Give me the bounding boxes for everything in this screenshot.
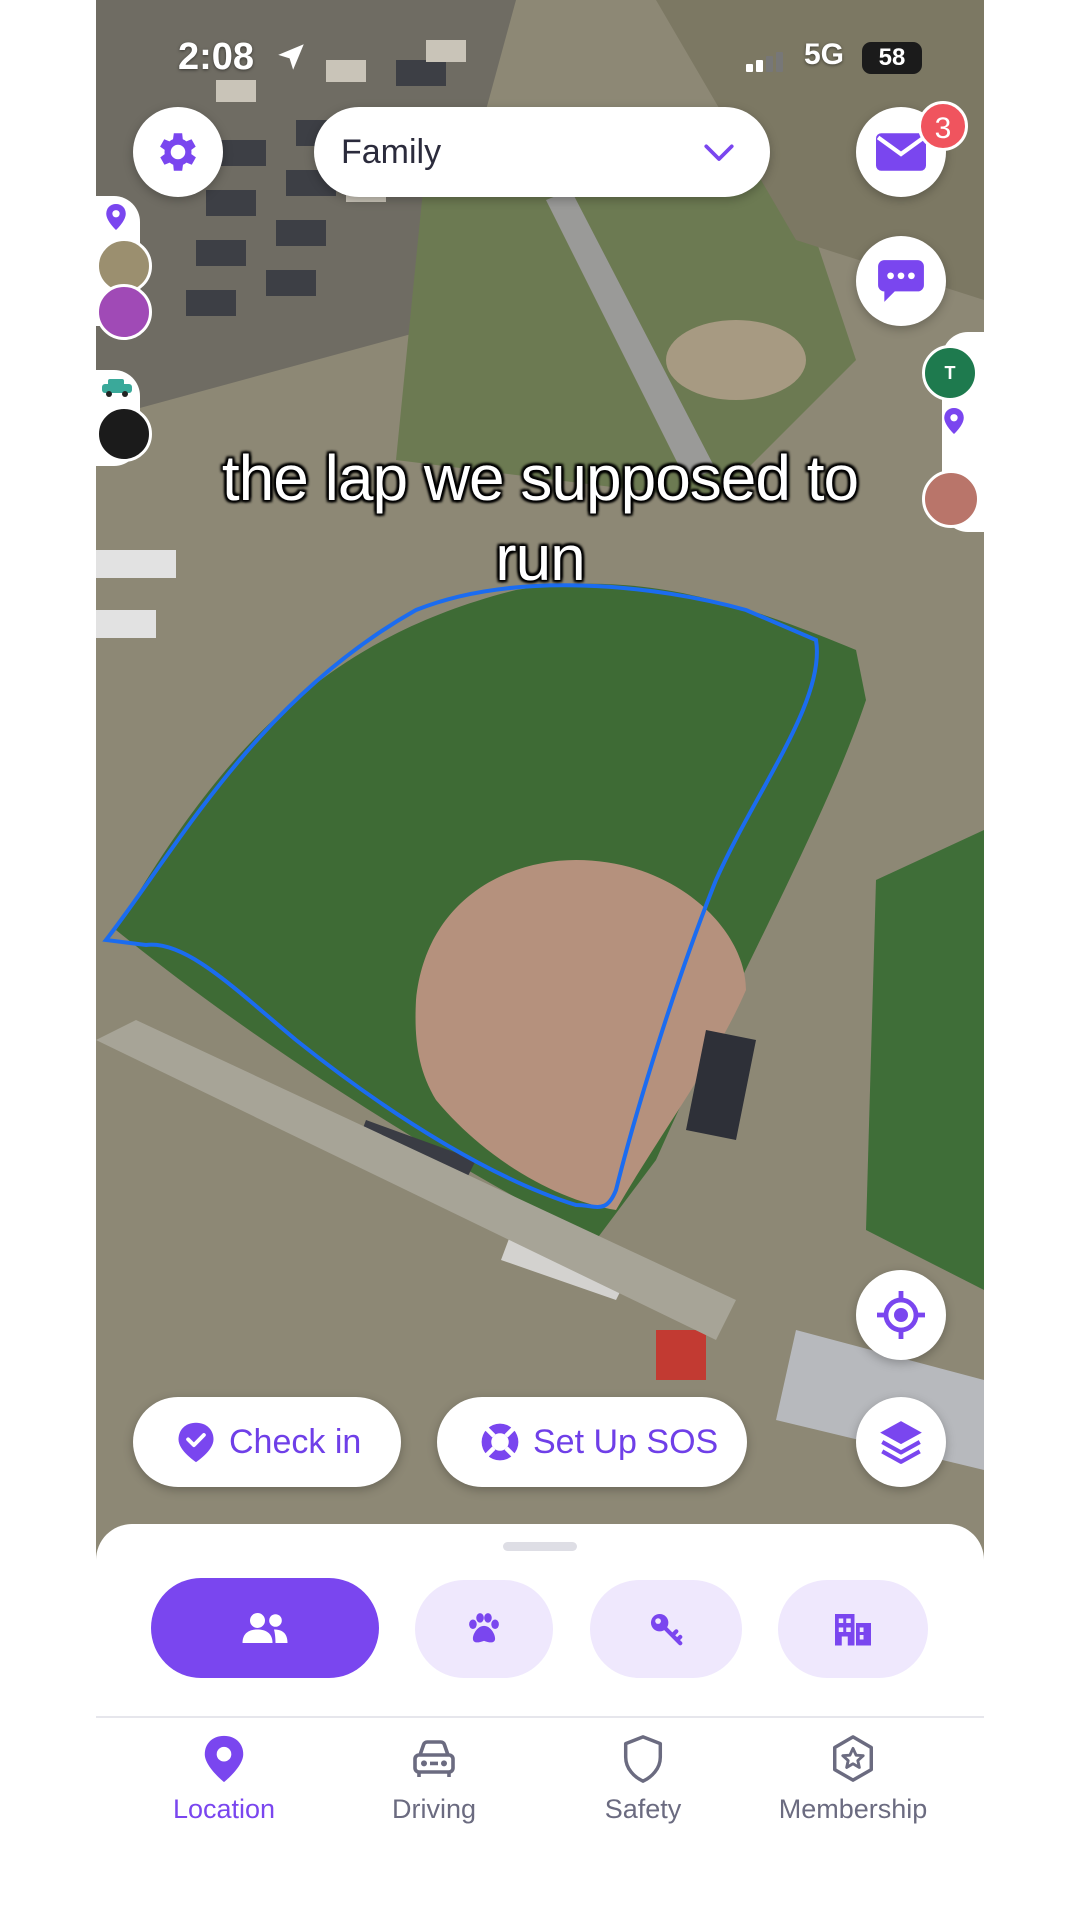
crosshair-icon <box>877 1291 925 1339</box>
tab-divider <box>96 1716 984 1718</box>
location-pin-icon <box>204 1735 244 1783</box>
map-view[interactable] <box>96 0 984 1560</box>
chat-bubble-icon <box>878 260 924 302</box>
member-avatar-initial[interactable]: T <box>922 345 978 401</box>
check-in-label: Check in <box>229 1422 362 1461</box>
layers-icon <box>880 1421 922 1464</box>
status-bar: 2:08 5G 58 <box>96 30 984 90</box>
segment-people[interactable] <box>151 1578 379 1678</box>
people-icon <box>242 1613 288 1643</box>
set-up-sos-label: Set Up SOS <box>533 1422 719 1461</box>
envelope-icon <box>876 133 926 171</box>
map-layers-button[interactable] <box>856 1397 946 1487</box>
tab-driving-label: Driving <box>391 1794 477 1824</box>
status-time: 2:08 <box>178 36 255 78</box>
building-icon <box>835 1614 871 1646</box>
member-avatar[interactable] <box>922 470 980 528</box>
check-pin-icon <box>178 1422 214 1463</box>
car-icon <box>102 379 132 397</box>
tab-membership-label: Membership <box>778 1794 928 1824</box>
chat-button[interactable] <box>856 236 946 326</box>
car-icon <box>413 1740 455 1777</box>
bottom-sheet: Location Driving Safety Membership <box>96 1524 984 1920</box>
segment-items[interactable] <box>590 1580 742 1678</box>
segment-pets[interactable] <box>415 1580 553 1678</box>
tab-location[interactable]: Location <box>124 1734 324 1825</box>
video-caption: the lap we supposed to run <box>156 438 924 598</box>
caption-line: run <box>495 522 586 594</box>
settings-button[interactable] <box>133 107 223 197</box>
set-up-sos-button[interactable]: Set Up SOS <box>437 1397 747 1487</box>
paw-icon <box>469 1613 499 1643</box>
member-rail-left <box>96 196 154 466</box>
satellite-imagery <box>96 0 984 1560</box>
recenter-button[interactable] <box>856 1270 946 1360</box>
location-arrow-icon <box>278 44 304 70</box>
network-type: 5G <box>804 38 845 71</box>
battery-indicator: 58 <box>862 42 922 74</box>
app-screen: 2:08 5G 58 Family 3 T the lap we suppose… <box>96 0 984 1920</box>
keys-icon <box>650 1613 683 1646</box>
chevron-down-icon <box>704 144 734 161</box>
caption-line: the lap we supposed to <box>221 442 859 514</box>
signal-icon <box>746 52 783 72</box>
unread-badge: 3 <box>918 101 968 151</box>
badge-star-icon <box>832 1735 873 1782</box>
tab-safety-label: Safety <box>604 1794 682 1824</box>
shield-icon <box>623 1735 663 1783</box>
location-pin-icon <box>106 204 126 230</box>
tab-location-label: Location <box>172 1794 276 1824</box>
member-avatar[interactable] <box>96 284 152 340</box>
member-avatar[interactable] <box>96 406 152 462</box>
tab-driving[interactable]: Driving <box>334 1734 534 1825</box>
check-in-button[interactable]: Check in <box>133 1397 401 1487</box>
sheet-handle[interactable] <box>503 1542 577 1551</box>
location-pin-icon <box>944 408 964 434</box>
circle-selector[interactable]: Family <box>314 107 770 197</box>
circle-selector-label: Family <box>341 133 442 171</box>
tab-membership[interactable]: Membership <box>753 1734 953 1825</box>
tab-safety[interactable]: Safety <box>543 1734 743 1825</box>
lifebuoy-icon <box>481 1423 519 1461</box>
gear-icon <box>160 133 196 171</box>
segment-places[interactable] <box>778 1580 928 1678</box>
